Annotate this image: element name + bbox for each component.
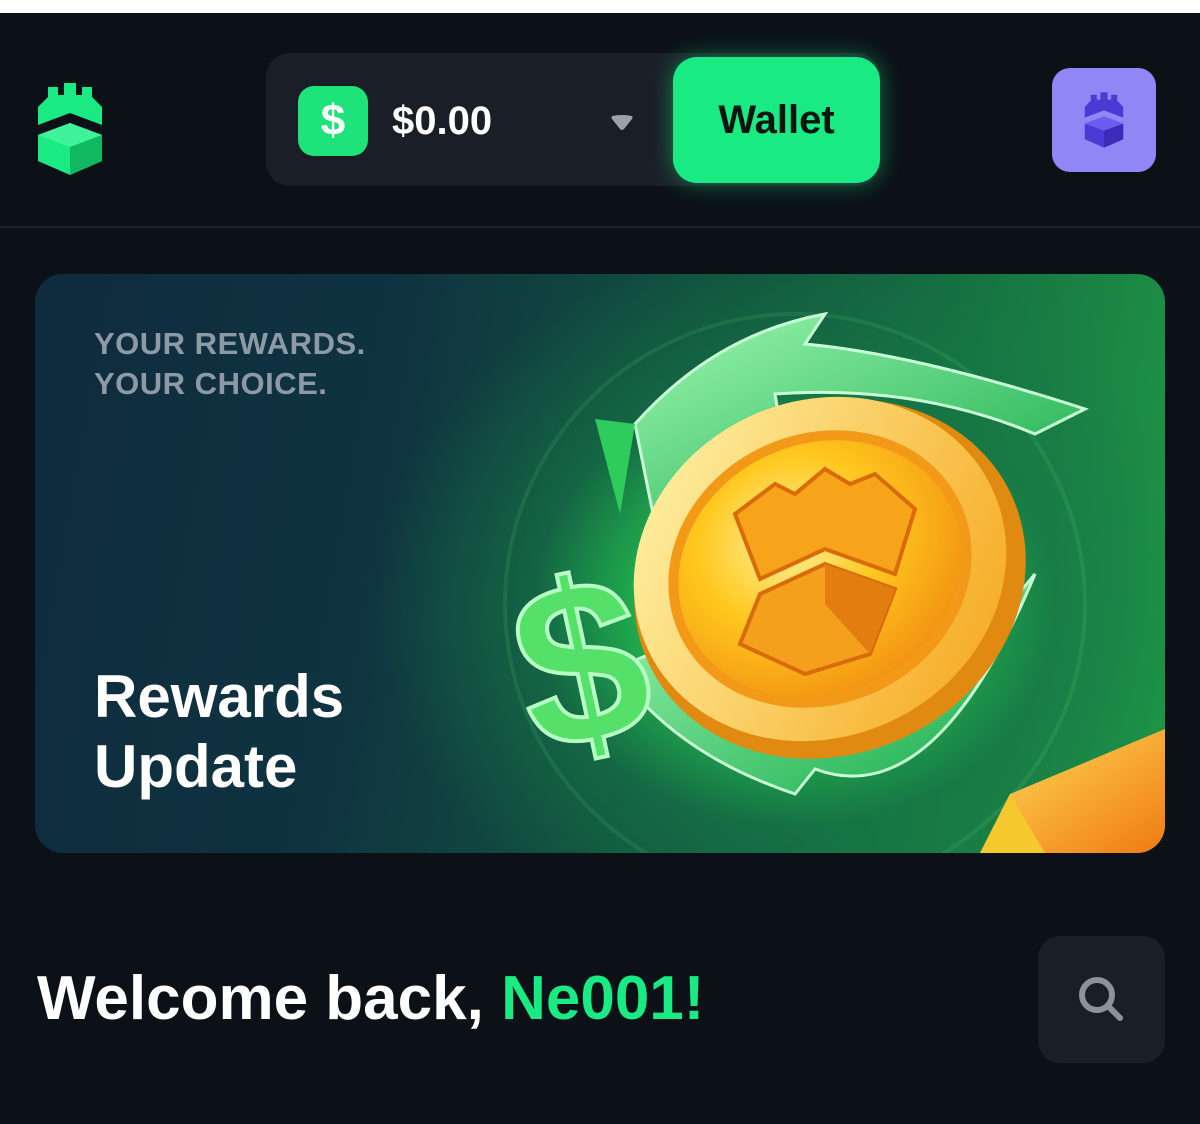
castle-logo-icon[interactable] [30, 79, 110, 179]
currency-badge: $ [298, 86, 368, 156]
castle-avatar-icon [1084, 92, 1124, 148]
chevron-down-icon[interactable] [606, 107, 638, 139]
banner-tagline-line1: YOUR REWARDS. [94, 326, 366, 361]
welcome-greeting: Welcome back, [37, 964, 484, 1033]
balance-bar: $ $0.00 Wallet [266, 53, 880, 186]
header-divider [0, 226, 1200, 228]
status-strip [0, 0, 1200, 13]
welcome-heading: Welcome back, Ne001! [37, 960, 704, 1038]
banner-tagline: YOUR REWARDS. YOUR CHOICE. [94, 324, 366, 404]
banner-title-line2: Update [94, 733, 298, 800]
welcome-username: Ne001! [501, 964, 705, 1033]
wallet-button[interactable]: Wallet [673, 57, 880, 183]
search-icon [1078, 976, 1123, 1021]
search-button[interactable] [1038, 936, 1165, 1063]
banner-title: Rewards Update [94, 662, 344, 802]
balance-amount: $0.00 [392, 99, 493, 143]
rewards-banner[interactable]: $ YOUR REWARDS. YOUR CHOICE. Rewards Upd… [35, 274, 1165, 853]
profile-avatar-button[interactable] [1052, 68, 1156, 172]
top-bar: $ $0.00 Wallet [0, 13, 1200, 226]
banner-tagline-line2: YOUR CHOICE. [94, 366, 328, 401]
banner-title-line1: Rewards [94, 663, 345, 730]
